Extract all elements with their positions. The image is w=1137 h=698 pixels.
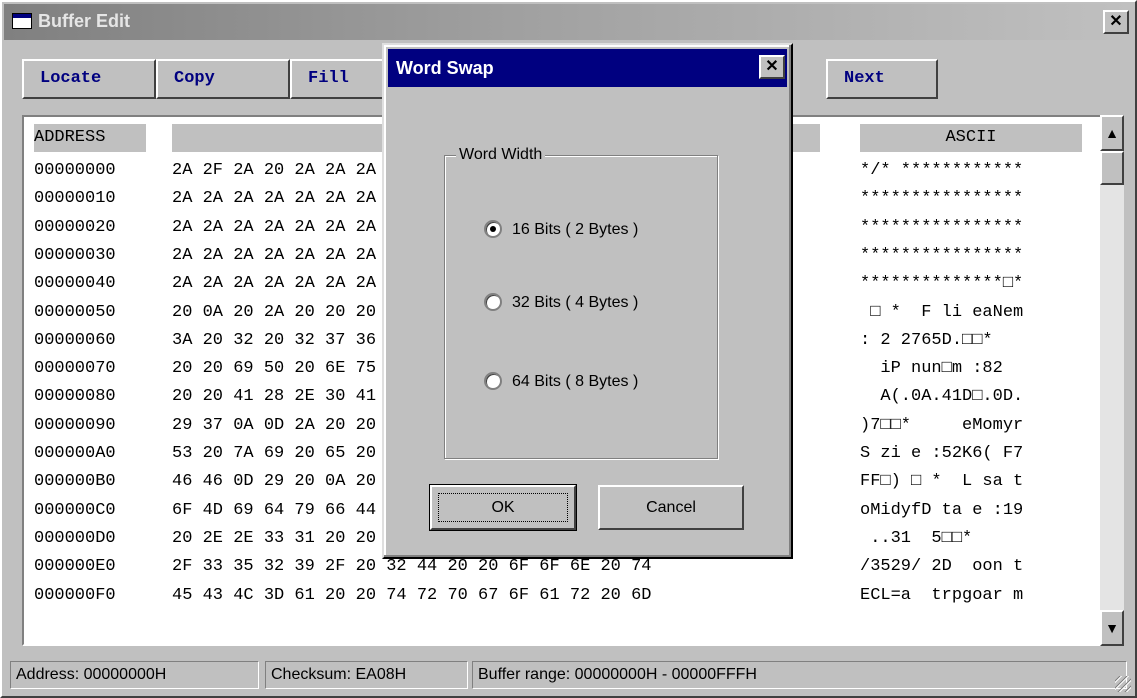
ascii-cell[interactable]: ****************	[860, 242, 1023, 270]
scroll-down-icon[interactable]: ▼	[1100, 610, 1124, 646]
ascii-cell[interactable]: iP nun□m :82	[860, 355, 1002, 383]
window-title: Buffer Edit	[38, 11, 130, 31]
copy-button[interactable]: Copy	[156, 59, 290, 99]
address-cell: 000000D0	[34, 528, 116, 548]
vertical-scrollbar[interactable]: ▲ ▼	[1100, 115, 1124, 646]
ascii-cell[interactable]: ****************	[860, 185, 1023, 213]
ascii-cell[interactable]: oMidyfD ta e :19	[860, 497, 1023, 525]
ascii-cell[interactable]: **************□*	[860, 270, 1023, 298]
status-checksum: Checksum: EA08H	[265, 661, 468, 689]
word-width-label: Word Width	[456, 146, 546, 164]
locate-button[interactable]: Locate	[22, 59, 156, 99]
status-address: Address: 00000000H	[10, 661, 259, 689]
status-range: Buffer range: 00000000H - 00000FFFH	[472, 661, 1127, 689]
ok-label: OK	[491, 499, 515, 516]
cancel-button[interactable]: Cancel	[598, 485, 744, 530]
next-button[interactable]: Next	[826, 59, 938, 99]
ascii-header: ASCII	[860, 124, 1082, 152]
ascii-cell[interactable]: ****************	[860, 214, 1023, 242]
ascii-cell[interactable]: ..31 5□□*	[860, 525, 972, 553]
address-cell: 000000B0	[34, 472, 116, 492]
ascii-cell[interactable]: FF□) □ * L sa t	[860, 468, 1023, 496]
dialog-close-icon[interactable]: ✕	[759, 55, 785, 79]
ascii-cell[interactable]: S zi e :52K6( F7	[860, 440, 1023, 468]
address-cell: 00000090	[34, 415, 116, 435]
scroll-thumb[interactable]	[1100, 151, 1124, 185]
address-cell: 000000E0	[34, 557, 116, 577]
ascii-cell[interactable]: /3529/ 2D oon t	[860, 553, 1023, 581]
window-icon	[12, 13, 32, 29]
address-cell: 00000070	[34, 359, 116, 379]
word-swap-dialog: Word Swap ✕ Word Width 16 Bits ( 2 Bytes…	[382, 43, 793, 559]
ok-button[interactable]: OK	[429, 484, 577, 531]
address-cell: 00000020	[34, 217, 116, 237]
radio-label: 32 Bits ( 4 Bytes )	[512, 294, 639, 311]
ascii-cell[interactable]: : 2 2765D.□□*	[860, 327, 993, 355]
address-cell: 00000050	[34, 302, 116, 322]
address-cell: 000000C0	[34, 500, 116, 520]
address-cell: 00000040	[34, 274, 116, 294]
ascii-cell[interactable]: A(.0A.41D□.0D.	[860, 383, 1023, 411]
resize-grip-icon[interactable]	[1115, 676, 1131, 692]
radio-unselected-icon[interactable]	[484, 293, 502, 311]
address-cell: 00000060	[34, 330, 116, 350]
close-icon[interactable]: ✕	[1103, 10, 1129, 34]
address-cell: 00000080	[34, 387, 116, 407]
hex-cell[interactable]: 45 43 4C 3D 61 20 20 74 72 70 67 6F 61 7…	[172, 582, 651, 610]
ascii-cell[interactable]: */* ************	[860, 157, 1023, 185]
dialog-title-bar: Word Swap ✕	[388, 49, 787, 87]
radio-selected-icon[interactable]	[484, 220, 502, 238]
radio-label: 64 Bits ( 8 Bytes )	[512, 373, 639, 390]
scroll-up-icon[interactable]: ▲	[1100, 115, 1124, 151]
title-bar: Buffer Edit ✕	[4, 4, 1133, 40]
address-cell: 00000030	[34, 245, 116, 265]
address-cell: 000000A0	[34, 444, 116, 463]
address-cell: 00000000	[34, 161, 116, 180]
address-header: ADDRESS	[34, 124, 146, 152]
ascii-cell[interactable]: ECL=a trpgoar m	[860, 582, 1023, 610]
address-cell: 000000F0	[34, 585, 116, 605]
address-cell: 00000010	[34, 189, 116, 209]
table-row[interactable]: 000000F0 45 43 4C 3D 61 20 20 74 72 70 67…	[24, 582, 1122, 610]
radio-label: 16 Bits ( 2 Bytes )	[512, 221, 639, 238]
ascii-cell[interactable]: )7□□* eMomyr	[860, 412, 1023, 440]
dialog-title: Word Swap	[396, 58, 494, 78]
ascii-cell[interactable]: □ * F li eaNem	[860, 299, 1023, 327]
radio-unselected-icon[interactable]	[484, 372, 502, 390]
